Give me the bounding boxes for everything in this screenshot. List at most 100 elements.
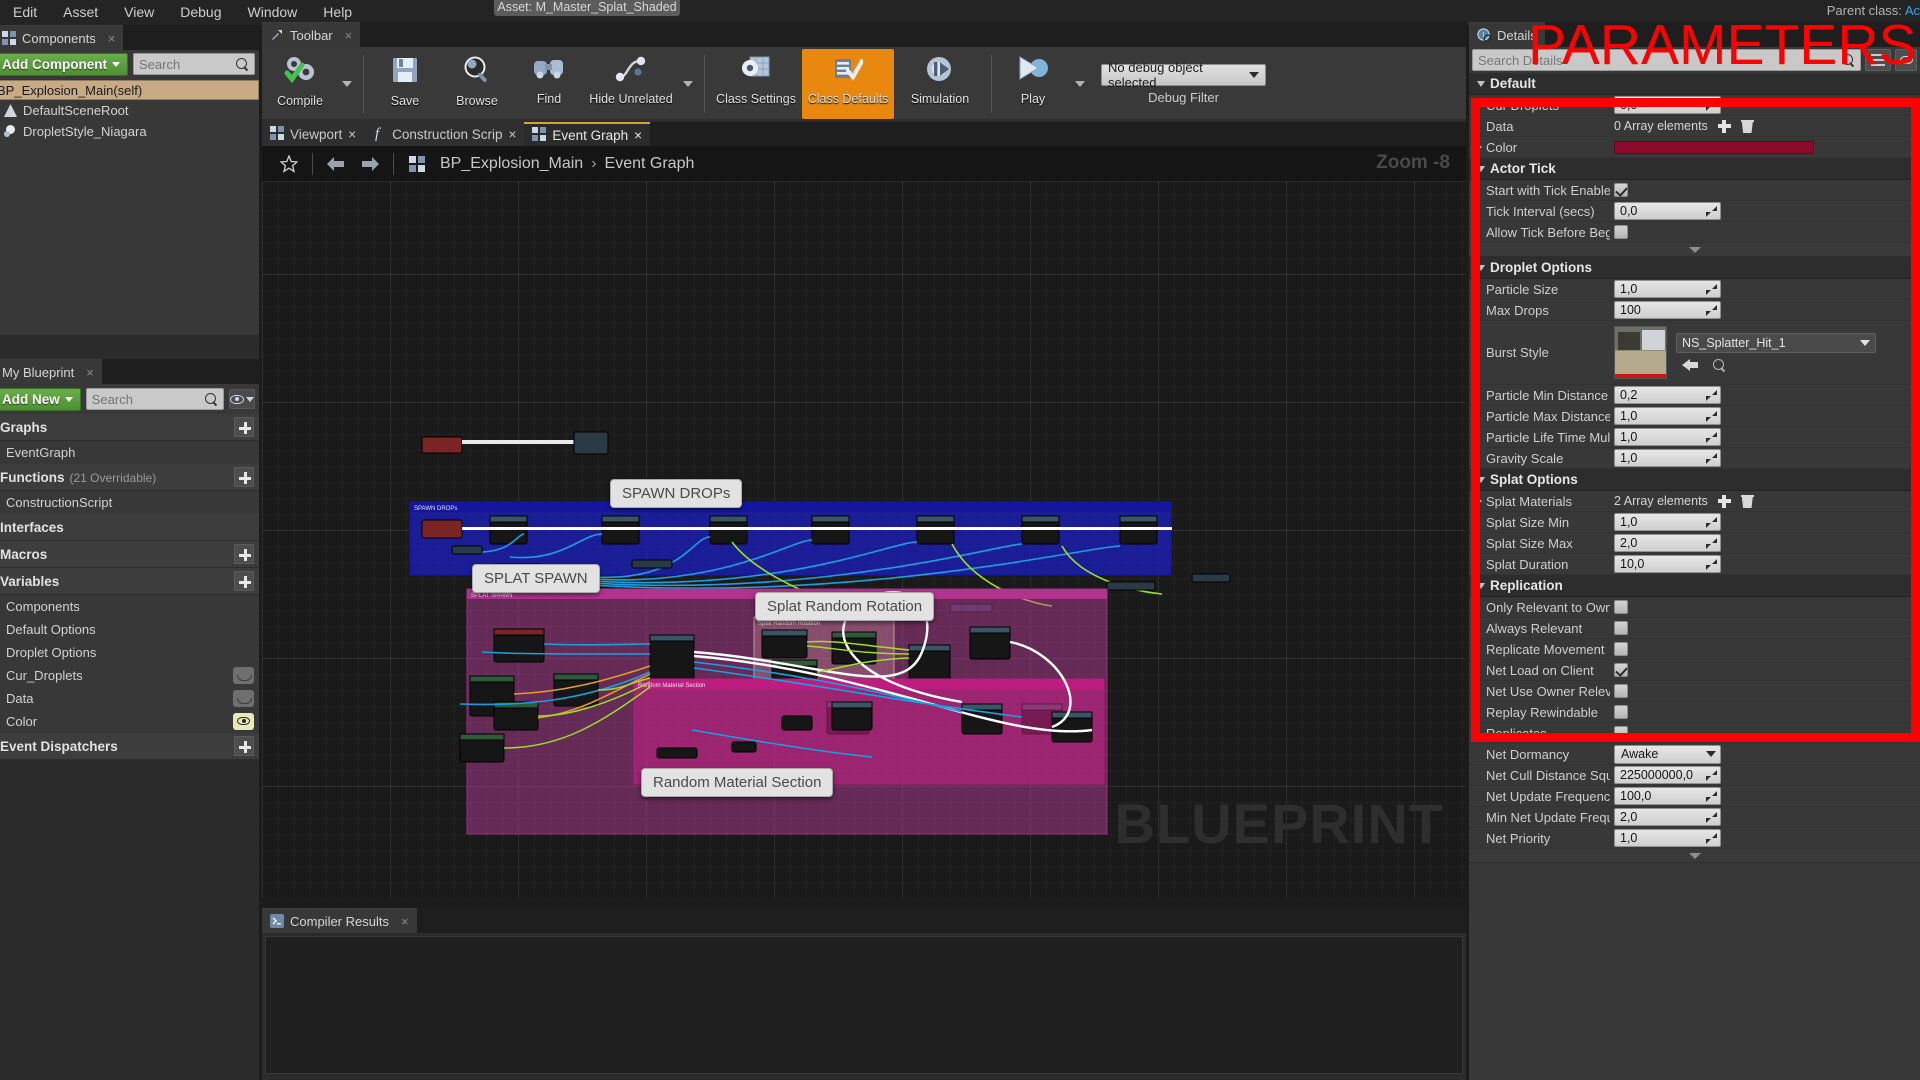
show-advanced-expander[interactable] (1469, 243, 1920, 257)
add-array-element-icon[interactable] (1717, 494, 1732, 509)
browse-to-asset-icon[interactable] (1713, 358, 1726, 372)
tab-toolbar[interactable]: Toolbar × (262, 22, 361, 47)
my-blueprint-search-input[interactable]: Search (85, 388, 224, 410)
star-icon[interactable] (272, 147, 306, 181)
menu-item-edit[interactable]: Edit (0, 0, 50, 25)
details-category-droplet-options[interactable]: Droplet Options (1469, 257, 1920, 279)
my-blueprint-section-event-dispatchers[interactable]: Event Dispatchers (0, 733, 259, 760)
enum-dropdown[interactable]: Awake (1614, 744, 1721, 764)
spinner-icon[interactable] (1706, 452, 1717, 464)
my-blueprint-item-components[interactable]: Components (0, 595, 259, 618)
toolbar-button-class-defaults[interactable]: Class Defaults (802, 49, 894, 119)
details-category-splat-options[interactable]: Splat Options (1469, 469, 1920, 491)
my-blueprint-section-variables[interactable]: Variables (0, 568, 259, 595)
my-blueprint-item-droplet-options[interactable]: Droplet Options (0, 641, 259, 664)
my-blueprint-item-color[interactable]: Color (0, 710, 259, 733)
add-array-element-icon[interactable] (1717, 119, 1732, 134)
show-advanced-expander[interactable] (1469, 849, 1920, 863)
asset-thumbnail[interactable] (1614, 326, 1667, 379)
number-input[interactable]: 2,0 (1614, 534, 1721, 552)
spinner-icon[interactable] (1706, 99, 1717, 111)
checkbox[interactable] (1614, 642, 1628, 656)
close-icon[interactable]: × (401, 914, 409, 929)
toolbar-button-browse[interactable]: Browse (441, 49, 513, 119)
number-input[interactable]: 10,0 (1614, 555, 1721, 573)
checkbox[interactable] (1614, 705, 1628, 719)
breadcrumb-root[interactable]: BP_Explosion_Main (440, 155, 583, 173)
spinner-icon[interactable] (1706, 389, 1717, 401)
number-input[interactable]: 0,2 (1614, 386, 1721, 404)
number-input[interactable]: 1,0 (1614, 829, 1721, 847)
number-input[interactable]: 1,0 (1614, 407, 1721, 425)
component-root-self[interactable]: BP_Explosion_Main(self) (0, 80, 259, 100)
add-icon[interactable] (234, 544, 254, 564)
details-category-actor-tick[interactable]: Actor Tick (1469, 158, 1920, 180)
spinner-icon[interactable] (1706, 811, 1717, 823)
close-icon[interactable]: × (634, 128, 642, 143)
use-selected-asset-icon[interactable] (1682, 358, 1700, 372)
number-input[interactable]: 1,0 (1614, 513, 1721, 531)
spinner-icon[interactable] (1706, 832, 1717, 844)
number-input[interactable]: 2,0 (1614, 808, 1721, 826)
my-blueprint-item-eventgraph[interactable]: EventGraph (0, 441, 259, 464)
number-input[interactable]: 0,0 (1614, 96, 1721, 114)
toolbar-button-save[interactable]: Save (369, 49, 441, 119)
number-input[interactable]: 1,0 (1614, 280, 1721, 298)
tab-compiler-results[interactable]: Compiler Results × (262, 908, 417, 933)
checkbox[interactable] (1614, 684, 1628, 698)
checkbox[interactable] (1614, 183, 1628, 197)
toolbar-dropdown-caret[interactable] (677, 49, 699, 119)
toolbar-button-simulation[interactable]: Simulation (894, 49, 986, 119)
add-icon[interactable] (234, 736, 254, 756)
number-input[interactable]: 0,0 (1614, 202, 1721, 220)
debug-object-combo[interactable]: No debug object selected (1101, 60, 1266, 90)
number-input[interactable]: 1,0 (1614, 449, 1721, 467)
checkbox[interactable] (1614, 600, 1628, 614)
add-component-button[interactable]: Add Component (0, 52, 128, 76)
checkbox[interactable] (1614, 726, 1628, 740)
arrow-left-icon[interactable] (319, 147, 353, 181)
arrow-right-icon[interactable] (353, 147, 387, 181)
eye-visible-icon[interactable] (233, 713, 254, 730)
my-blueprint-section-interfaces[interactable]: Interfaces (0, 514, 259, 541)
close-icon[interactable]: × (86, 365, 94, 380)
details-category-replication[interactable]: Replication (1469, 575, 1920, 597)
add-new-button[interactable]: Add New (0, 387, 81, 411)
spinner-icon[interactable] (1706, 283, 1717, 295)
checkbox[interactable] (1614, 621, 1628, 635)
asset-picker-combo[interactable]: NS_Splatter_Hit_1 (1676, 333, 1876, 353)
close-icon[interactable]: × (345, 28, 353, 43)
spinner-icon[interactable] (1706, 431, 1717, 443)
toolbar-button-hide-unrelated[interactable]: Hide Unrelated (585, 49, 677, 119)
spinner-icon[interactable] (1706, 410, 1717, 422)
my-blueprint-item-cur-droplets[interactable]: Cur_Droplets (0, 664, 259, 687)
color-swatch[interactable] (1614, 140, 1814, 154)
spinner-icon[interactable] (1706, 769, 1717, 781)
spinner-icon[interactable] (1706, 790, 1717, 802)
spinner-icon[interactable] (1706, 304, 1717, 316)
components-search-input[interactable]: Search (132, 53, 255, 75)
event-graph-canvas[interactable]: BP_Explosion_Main › Event Graph Zoom -8 … (262, 146, 1466, 898)
my-blueprint-section-functions[interactable]: Functions (21 Overridable) (0, 464, 259, 491)
tab-event-graph[interactable]: Event Graph × (524, 122, 651, 146)
delete-array-icon[interactable] (1740, 119, 1754, 133)
menu-item-asset[interactable]: Asset (50, 0, 111, 25)
close-icon[interactable]: × (508, 127, 516, 142)
breadcrumb-leaf[interactable]: Event Graph (605, 155, 695, 173)
menu-item-debug[interactable]: Debug (167, 0, 234, 25)
number-input[interactable]: 100,0 (1614, 787, 1721, 805)
my-blueprint-item-constructionscript[interactable]: ConstructionScript (0, 491, 259, 514)
close-icon[interactable]: × (348, 127, 356, 142)
eye-hidden-icon[interactable] (233, 690, 254, 707)
spinner-icon[interactable] (1706, 537, 1717, 549)
component-item-1[interactable]: DropletStyle_Niagara (0, 121, 259, 142)
tab-construction-scrip[interactable]: f Construction Scrip × (364, 122, 525, 146)
number-input[interactable]: 1,0 (1614, 428, 1721, 446)
toolbar-button-find[interactable]: Find (513, 49, 585, 119)
toolbar-button-class-settings[interactable]: Class Settings (710, 49, 802, 119)
eye-hidden-icon[interactable] (233, 667, 254, 684)
number-input[interactable]: 100 (1614, 301, 1721, 319)
add-icon[interactable] (234, 467, 254, 487)
tab-my-blueprint[interactable]: My Blueprint × (0, 359, 102, 384)
my-blueprint-item-default-options[interactable]: Default Options (0, 618, 259, 641)
